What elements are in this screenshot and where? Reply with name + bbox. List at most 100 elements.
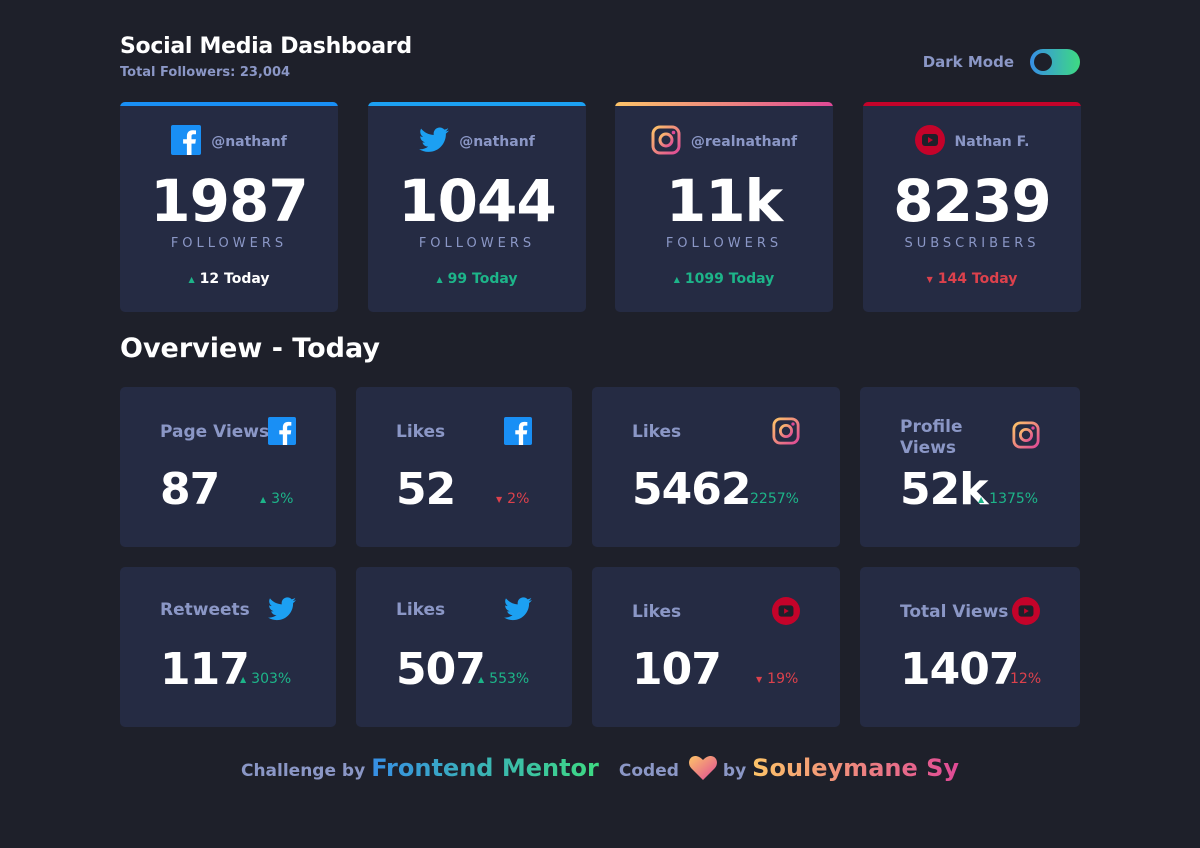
overview-change: ▼ 19% [756,671,798,687]
overview-change: 2257% [750,491,799,507]
today-text: 144 Today [937,271,1018,287]
up-arrow-icon: ▲ [188,274,195,284]
youtube-icon [772,597,800,629]
up-arrow-icon: ▲ [260,494,267,504]
change-text: 12% [1010,671,1042,687]
handle: @realnathanf [690,134,798,150]
dark-mode-toggle[interactable] [1030,49,1080,75]
overview-value: 107 [632,644,722,695]
card-top-bar [863,102,1081,106]
overview-card[interactable]: Likes 507 ▲ 553% [356,567,572,727]
overview-value: 87 [160,464,220,515]
card-youtube[interactable]: Nathan F. 8239 SUBSCRIBERS ▼ 144 Today [863,102,1081,312]
today-text: 12 Today [199,271,270,287]
overview-change: ▲ 3% [260,491,293,507]
overview-label: Likes [396,600,446,620]
today-change: ▲ 99 Today [368,271,586,287]
today-change: ▼ 144 Today [863,271,1081,287]
follower-count: 1987 [150,167,308,235]
twitter-icon [504,597,532,625]
up-arrow-icon: ▲ [978,494,985,504]
overview-change: ▲ 303% [240,671,291,687]
change-text: 2257% [750,491,799,507]
header: Social Media Dashboard Total Followers: … [120,34,1080,90]
follower-unit: FOLLOWERS [170,236,288,251]
down-arrow-icon: ▼ [756,674,763,684]
heart-icon [688,756,717,784]
handle: @nathanf [459,134,535,150]
change-text: 2% [507,491,530,507]
follower-count: 1044 [398,167,556,235]
facebook-icon [171,125,202,159]
overview-card[interactable]: Page Views 87 ▲ 3% [120,387,336,547]
overview-card[interactable]: Total Views 1407 12% [860,567,1080,727]
overview-change: 12% [1010,671,1041,687]
dark-mode-label: Dark Mode [922,53,1014,71]
follower-unit: SUBSCRIBERS [904,236,1040,251]
down-arrow-icon: ▼ [496,494,503,504]
card-facebook[interactable]: @nathanf 1987 FOLLOWERS ▲ 12 Today [120,102,338,312]
overview-label: Profile Views [900,417,963,458]
change-text: 3% [271,491,294,507]
instagram-icon [651,125,681,159]
overview-card[interactable]: Profile Views 52k ▲ 1375% [860,387,1080,547]
up-arrow-icon: ▲ [240,674,247,684]
card-top-bar [120,102,338,106]
handle: Nathan F. [954,134,1030,150]
overview-label: Likes [632,602,682,622]
today-text: 99 Today [447,271,518,287]
dark-mode-control: Dark Mode [923,49,1080,75]
twitter-icon [268,597,296,625]
card-twitter[interactable]: @nathanf 1044 FOLLOWERS ▲ 99 Today [368,102,586,312]
overview-label: Likes [396,422,446,442]
toggle-knob [1034,53,1052,71]
overview-value: 117 [160,644,250,695]
overview-label: Retweets [160,600,250,620]
change-text: 553% [489,671,530,687]
overview-change: ▲ 553% [478,671,529,687]
handle: @nathanf [211,134,287,150]
instagram-icon [1012,421,1040,453]
twitter-icon [419,127,450,157]
follower-unit: FOLLOWERS [665,236,783,251]
overview-label: Likes [632,422,682,442]
card-instagram[interactable]: @realnathanf 11k FOLLOWERS ▲ 1099 Today [615,102,833,312]
up-arrow-icon: ▲ [436,274,443,284]
change-text: 303% [251,671,292,687]
down-arrow-icon: ▼ [926,274,933,284]
facebook-icon [268,417,296,449]
today-text: 1099 Today [684,271,775,287]
today-change: ▲ 1099 Today [615,271,833,287]
overview-change: ▲ 1375% [978,491,1038,507]
up-arrow-icon: ▲ [478,674,485,684]
today-change: ▲ 12 Today [120,271,338,287]
overview-value: 1407 [900,644,1019,695]
overview-card[interactable]: Retweets 117 ▲ 303% [120,567,336,727]
overview-value: 52 [396,464,456,515]
overview-value: 507 [396,644,486,695]
youtube-icon [1012,597,1040,629]
by-text: by [722,761,747,781]
overview-title: Overview - Today [120,333,380,364]
card-top-bar [615,102,833,106]
overview-card[interactable]: Likes 5462 2257% [592,387,840,547]
author-link[interactable]: Souleymane Sy [752,754,959,782]
follower-unit: FOLLOWERS [418,236,536,251]
challenge-by-text: Challenge by [240,761,366,781]
overview-label: Page Views [160,422,270,442]
overview-card[interactable]: Likes 107 ▼ 19% [592,567,840,727]
facebook-icon [504,417,532,449]
coded-text: Coded [618,761,679,781]
overview-value: 52k [900,464,988,515]
overview-card[interactable]: Likes 52 ▼ 2% [356,387,572,547]
change-text: 1375% [989,491,1039,507]
instagram-icon [772,417,800,449]
youtube-icon [914,125,945,159]
up-arrow-icon: ▲ [673,274,680,284]
follower-count: 8239 [893,167,1051,235]
follower-count: 11k [665,167,783,235]
change-text: 19% [767,671,799,687]
overview-label: Total Views [900,602,1009,622]
card-top-bar [368,102,586,106]
frontend-mentor-link[interactable]: Frontend Mentor [371,754,599,782]
